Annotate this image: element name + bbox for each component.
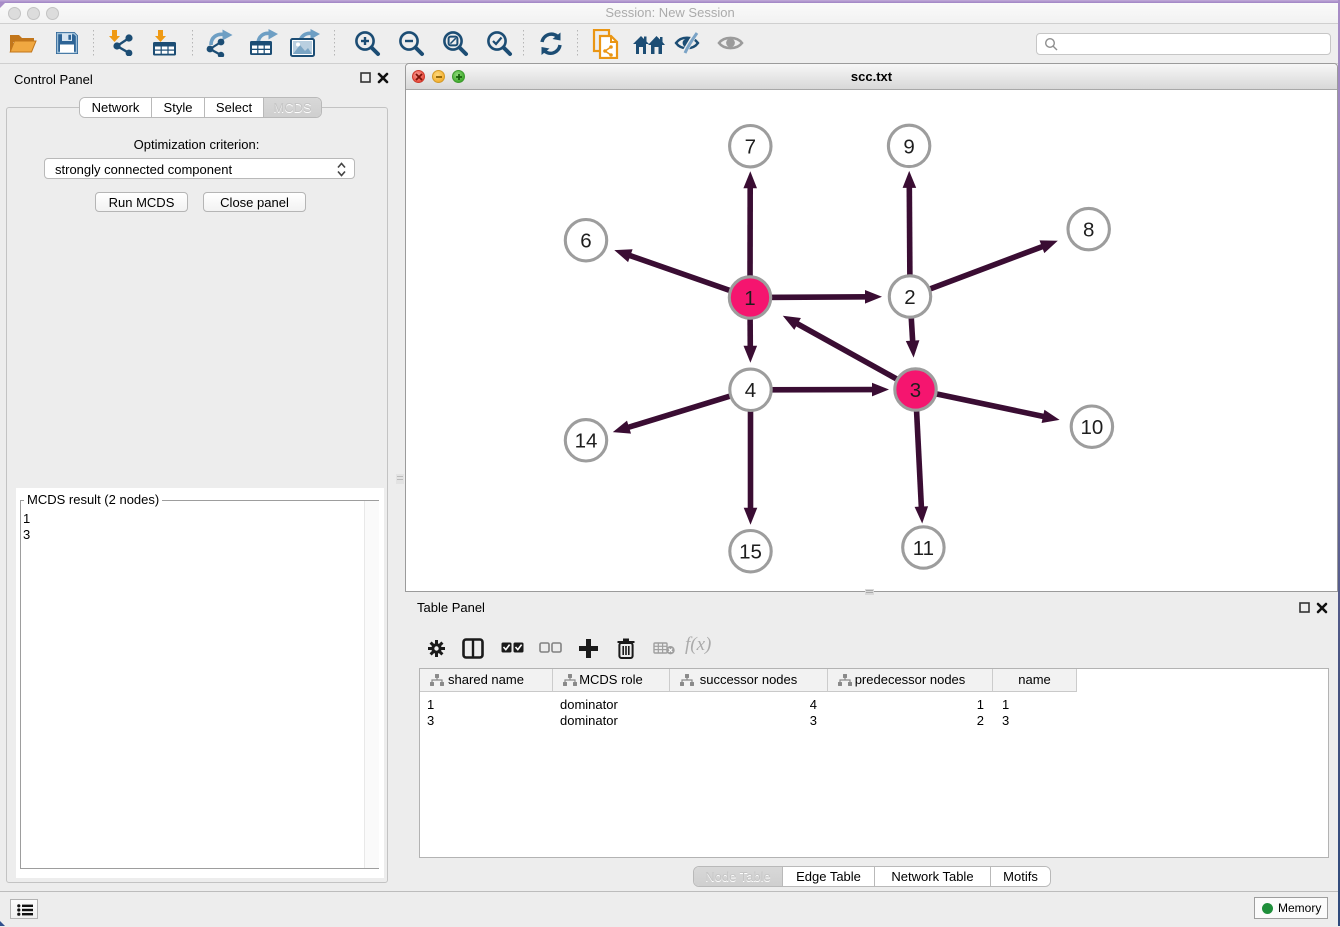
svg-text:9: 9	[903, 135, 914, 158]
svg-text:14: 14	[575, 430, 598, 453]
svg-text:8: 8	[1083, 219, 1094, 242]
svg-text:10: 10	[1080, 416, 1103, 439]
svg-text:1: 1	[744, 287, 755, 310]
svg-text:4: 4	[745, 379, 756, 402]
svg-text:3: 3	[910, 379, 921, 402]
svg-text:11: 11	[913, 537, 934, 560]
svg-text:6: 6	[580, 230, 591, 253]
svg-text:7: 7	[745, 136, 756, 159]
svg-text:15: 15	[739, 541, 762, 564]
svg-text:2: 2	[904, 286, 915, 309]
